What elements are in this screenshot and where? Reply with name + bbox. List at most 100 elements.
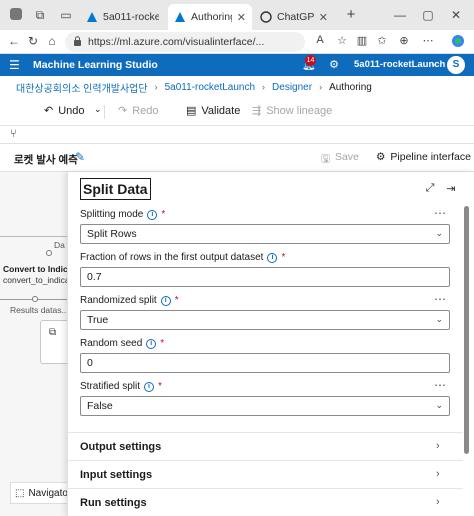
edit-icon[interactable]: ✎ [75,150,85,164]
chevron-down-icon: ⌄ [435,228,443,238]
port-label: Results datas... [10,305,69,315]
favorite-icon[interactable]: ☆ [334,34,350,47]
breadcrumb-item-org[interactable]: 대한상공회의소 인력개발사업단 [16,80,148,95]
more-icon[interactable]: ⋯ [420,34,436,47]
close-icon[interactable]: ✕ [319,11,328,24]
new-tab-button[interactable]: + [343,7,359,23]
undo-button[interactable]: ↶ Undo [44,104,85,118]
run-settings-section[interactable]: Run settings › [68,488,463,516]
url-text: https://ml.azure.com/visualinterface/... [88,36,265,48]
save-button[interactable]: 🖫︎ Save [321,151,359,169]
output-port[interactable] [46,250,52,256]
lineage-icon: ⇶ [252,105,262,117]
tab-chatgpt[interactable]: ChatGPT ✕ [254,4,334,30]
undo-dropdown-chevron-icon[interactable]: ⌄ [94,104,102,115]
show-lineage-button[interactable]: ⇶ Show lineage [252,104,333,118]
pipeline-name: 로켓 발사 예측 [14,154,78,166]
section-title: Input settings [80,469,153,481]
minimize-icon[interactable]: — [392,7,408,23]
properties-panel: Split Data ⤢ ⇥ Splitting mode i * ⋯ Spli… [67,172,474,516]
favorites-icon[interactable]: ✩ [374,34,390,47]
menu-icon[interactable]: ☰ [9,58,20,72]
gear-icon: ⚙ [376,151,386,163]
chevron-right-icon: › [436,496,440,508]
save-icon: 🖫︎ [321,153,330,165]
save-label: Save [334,151,359,163]
field-label: Stratified split i * [80,381,162,392]
settings-icon[interactable]: ⚙ [327,58,341,71]
fraction-input[interactable]: 0.7 [80,267,450,287]
info-icon[interactable]: i [267,252,278,263]
more-options-icon[interactable]: ⋯ [434,378,447,392]
info-icon[interactable]: i [146,338,157,349]
navigator-button[interactable]: ⬚ Navigato [10,482,70,504]
tab-actions-icon[interactable]: ▭ [58,7,74,23]
random-seed-input[interactable]: 0 [80,353,450,373]
splitting-mode-select[interactable]: Split Rows ⌄ [80,224,450,244]
pipeline-interface-button[interactable]: ⚙ Pipeline interface [376,151,471,163]
expand-icon[interactable]: ⤢ [423,182,437,195]
required-marker: * [158,381,162,392]
stratified-split-select[interactable]: False ⌄ [80,396,450,416]
breadcrumb-item-workspace[interactable]: 5a011-rocketLaunch [165,82,255,93]
field-label: Randomized split i * [80,295,179,306]
url-field[interactable]: https://ml.azure.com/visualinterface/... [65,32,305,52]
info-icon[interactable]: i [160,295,171,306]
tab-title: ChatGPT [277,11,314,23]
navigator-label: Navigato [28,487,68,499]
browser-tab-strip: ⧉ ▭ 5a011-rocket Authoring - A ✕ ChatGPT… [0,0,474,30]
scrollbar[interactable] [464,206,469,454]
input-settings-section[interactable]: Input settings › [68,460,463,488]
randomized-split-select[interactable]: True ⌄ [80,310,450,330]
chatgpt-icon [260,11,272,23]
designer-canvas[interactable]: Da Convert to Indicato convert_to_indica… [0,172,70,516]
output-settings-section[interactable]: Output settings › [68,432,463,460]
chevron-down-icon[interactable]: ⌄ [430,58,438,69]
profile-icon[interactable] [8,7,24,23]
read-aloud-icon[interactable]: A [312,34,328,46]
fraction-label: Fraction of rows in the first output dat… [80,252,264,263]
show-lineage-label: Show lineage [266,104,333,117]
more-options-icon[interactable]: ⋯ [434,292,447,306]
field-label: Fraction of rows in the first output dat… [80,252,285,263]
copilot-icon[interactable] [450,34,466,51]
section-title: Output settings [80,441,162,453]
avatar[interactable]: S [447,56,465,74]
pipeline-node[interactable]: ⧉ [40,320,70,364]
divider [104,105,105,119]
azure-icon [174,11,186,23]
chevron-right-icon: › [436,440,440,452]
input-value: 0 [87,357,93,369]
tab-authoring[interactable]: Authoring - A ✕ [168,4,252,30]
randomized-split-label: Randomized split [80,295,157,306]
undo-icon: ↶ [44,105,54,117]
home-icon[interactable]: ⌂ [44,34,60,48]
node-title[interactable]: Convert to Indicato [3,264,70,274]
collections-icon[interactable]: ⧉ [32,7,48,23]
required-marker: * [161,209,166,220]
notification-badge: 14 [305,55,316,66]
split-screen-icon[interactable]: ▥ [354,34,370,47]
redo-button[interactable]: ↷ Redo [118,104,159,118]
close-window-icon[interactable]: ✕ [448,7,464,23]
output-port[interactable] [32,296,38,302]
info-icon[interactable]: i [147,209,158,220]
branch-icon[interactable]: ⑂ [10,128,17,140]
refresh-icon[interactable]: ↻ [25,34,41,48]
collapse-panel-icon[interactable]: ⇥ [444,182,458,195]
random-seed-label: Random seed [80,338,143,349]
field-label: Random seed i * [80,338,164,349]
breadcrumb-item-designer[interactable]: Designer [272,82,312,93]
close-icon[interactable]: ✕ [237,11,246,24]
back-icon[interactable]: ← [6,34,22,48]
select-value: False [87,400,113,412]
maximize-icon[interactable]: ▢ [420,7,436,23]
more-options-icon[interactable]: ⋯ [434,206,447,220]
required-marker: * [174,295,179,306]
tab-rocket[interactable]: 5a011-rocket [80,4,165,30]
validate-button[interactable]: ▤ Validate [186,104,240,118]
info-icon[interactable]: i [144,381,155,392]
chevron-right-icon: › [319,82,323,92]
validate-icon: ▤ [186,105,197,117]
collections-icon[interactable]: ⊕ [396,34,412,47]
